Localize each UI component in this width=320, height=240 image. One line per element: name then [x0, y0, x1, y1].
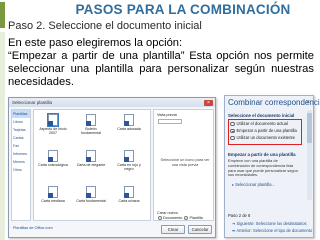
- template-item[interactable]: Carta cosmológica: [38, 150, 68, 167]
- link-label: Seleccionar plantilla...: [235, 182, 275, 187]
- document-icon: [86, 186, 96, 198]
- document-option-label: Documento: [163, 216, 183, 220]
- template-item[interactable]: Carta urbana: [114, 186, 144, 203]
- create-button[interactable]: Crear: [161, 225, 185, 234]
- create-type-options: Documento Plantilla: [157, 216, 203, 220]
- arrow-left-icon: ⬅: [232, 228, 236, 233]
- document-icon: [48, 186, 58, 198]
- template-label: Carta cosmológica: [38, 163, 68, 167]
- pane-scrollbar[interactable]: [307, 110, 312, 200]
- preview-field: Vista previa: [157, 113, 177, 117]
- option-current-document[interactable]: Utilizar el documento actual: [230, 121, 288, 127]
- office-templates-link[interactable]: Plantillas de Office.com: [11, 224, 151, 233]
- document-icon: [47, 113, 59, 127]
- dialog-title: Seleccionar plantilla: [12, 100, 53, 105]
- scroll-thumb[interactable]: [307, 113, 312, 143]
- select-template-link[interactable]: ▸Seleccionar plantilla...: [232, 182, 275, 187]
- link-icon: ▸: [232, 182, 235, 187]
- close-icon[interactable]: ×: [306, 99, 310, 106]
- section-heading: Empezar a partir de una plantilla: [228, 152, 296, 157]
- option-label: Empezar a partir de una plantilla: [236, 128, 297, 133]
- body-line: En este paso elegiremos la opción:: [8, 37, 183, 49]
- link-label: Anterior: Seleccione el tipo de document…: [236, 228, 313, 233]
- cancel-button[interactable]: Cancelar: [188, 225, 212, 234]
- document-icon: [48, 150, 58, 162]
- document-icon: [124, 114, 134, 126]
- preview-box: [157, 119, 182, 124]
- template-label: Carta fundamental: [76, 199, 106, 203]
- template-option-label: Plantilla: [189, 216, 203, 220]
- step-indicator: Paso 2 de 6: [228, 213, 251, 218]
- slide-body: En este paso elegiremos la opción: “Empe…: [8, 37, 314, 89]
- category-item[interactable]: Tarjetas: [12, 126, 30, 134]
- template-item[interactable]: Carta de elegante: [76, 150, 106, 167]
- category-item[interactable]: Libros: [12, 118, 30, 126]
- template-item[interactable]: Carta en rojo y negro: [114, 150, 144, 171]
- body-line: “Empezar a partir de una plantilla” Esta…: [8, 50, 314, 62]
- category-item[interactable]: Informes: [12, 150, 30, 158]
- category-item[interactable]: Cartas: [12, 134, 30, 142]
- category-item[interactable]: Otros: [12, 166, 30, 174]
- slide: PASOS PARA LA COMBINACIÓN Paso 2. Selecc…: [0, 0, 320, 240]
- close-icon[interactable]: ×: [204, 99, 213, 106]
- dialog-title-bar: Seleccionar plantilla ×: [9, 98, 215, 107]
- body-line: necesidades.: [8, 76, 74, 88]
- template-label: Aspecto de Inicio 2007: [39, 127, 67, 136]
- option-start-from-template[interactable]: Empezar a partir de una plantilla: [230, 128, 297, 134]
- slide-title: PASOS PARA LA COMBINACIÓN: [75, 2, 291, 17]
- template-label: Boletín fundamental: [81, 127, 101, 136]
- template-label: Carta en rojo y negro: [117, 163, 141, 172]
- category-item[interactable]: Memos: [12, 158, 30, 166]
- previous-step-link[interactable]: ⬅Anterior: Seleccione el tipo de documen…: [232, 228, 312, 233]
- template-item[interactable]: Aspecto de Inicio 2007: [38, 113, 68, 136]
- template-grid: Aspecto de Inicio 2007 Boletín fundament…: [33, 109, 151, 221]
- arrow-right-icon: ➔: [232, 221, 236, 226]
- slide-subtitle: Paso 2. Seleccione el documento inicial: [8, 20, 202, 32]
- template-label: Carta adosada: [117, 127, 141, 131]
- radio-icon[interactable]: [230, 121, 235, 127]
- template-item[interactable]: Carta mediana: [38, 186, 68, 203]
- create-new-label: Crear nuevo: [157, 211, 178, 215]
- template-item[interactable]: Boletín fundamental: [76, 114, 106, 135]
- template-category-list: Plantillas Libros Tarjetas Cartas Fax In…: [11, 109, 31, 221]
- template-label: Carta mediana: [41, 199, 65, 203]
- preview-panel: Vista previa Seleccione un icono para ve…: [153, 109, 214, 221]
- body-line: seleccionar una plantilla para personali…: [8, 63, 314, 75]
- create-new-row: Crear nuevo: [157, 211, 178, 215]
- preview-placeholder: Seleccione un icono para ver una vista p…: [160, 158, 210, 167]
- link-label: Siguiente: Seleccione los destinatarios: [236, 221, 307, 226]
- section-description: Empiece con una plantilla de combinación…: [228, 158, 298, 178]
- template-item[interactable]: Carta adosada: [114, 114, 144, 131]
- next-step-link[interactable]: ➔Siguiente: Seleccione los destinatarios: [232, 221, 307, 226]
- template-dialog: Seleccionar plantilla × Plantillas Libro…: [8, 97, 216, 238]
- document-icon: [86, 114, 96, 126]
- preview-field-label: Vista previa: [157, 113, 177, 117]
- document-icon: [124, 186, 134, 198]
- document-radio[interactable]: [158, 216, 162, 220]
- document-icon: [124, 150, 134, 162]
- radio-icon[interactable]: [230, 128, 235, 134]
- pane-title: Combinar correspondencia: [228, 98, 320, 107]
- mail-merge-task-pane: Combinar correspondencia × Seleccione el…: [224, 95, 320, 238]
- section-heading: Seleccione el documento inicial: [228, 113, 295, 118]
- template-radio[interactable]: [184, 216, 189, 220]
- accent-stripe-left: [0, 32, 5, 240]
- radio-icon[interactable]: [230, 135, 235, 141]
- accent-stripe-top: [0, 2, 5, 28]
- option-label: Utilizar el documento actual: [236, 121, 288, 126]
- template-label: Carta urbana: [118, 199, 140, 203]
- template-item[interactable]: Carta fundamental: [76, 186, 106, 203]
- document-icon: [86, 150, 96, 162]
- category-item[interactable]: Fax: [12, 142, 30, 150]
- template-label: Carta de elegante: [76, 163, 106, 167]
- option-label: Utilizar un documento existente: [236, 135, 295, 140]
- category-item[interactable]: Plantillas: [12, 110, 30, 118]
- option-existing-document[interactable]: Utilizar un documento existente: [230, 135, 295, 141]
- preview-dropdown[interactable]: [158, 119, 182, 124]
